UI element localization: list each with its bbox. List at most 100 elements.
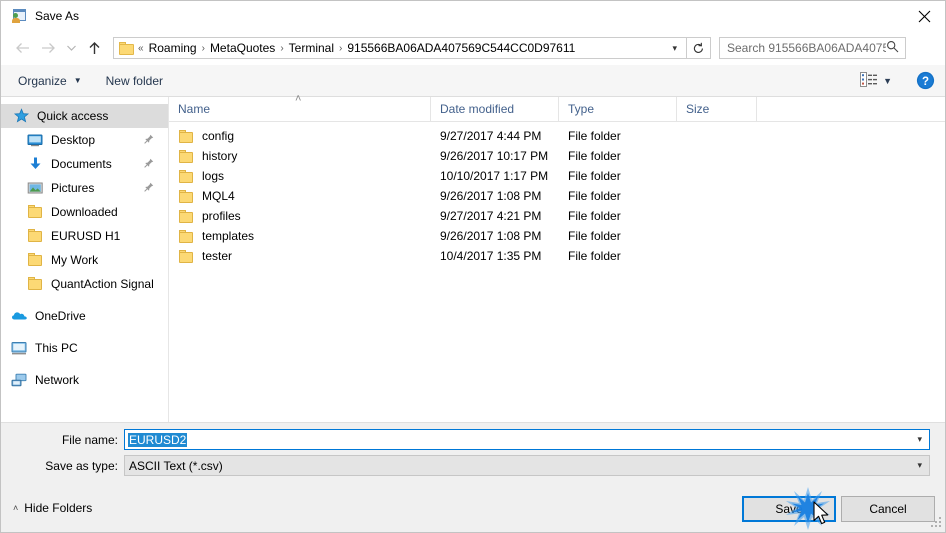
new-folder-button[interactable]: New folder <box>99 71 170 91</box>
forward-button[interactable] <box>35 35 61 61</box>
search-input[interactable]: Search 915566BA06ADA40756... <box>719 37 906 59</box>
sidebar-item-eurusd-h1[interactable]: EURUSD H1 <box>1 224 168 248</box>
sidebar-item-label: OneDrive <box>35 309 86 323</box>
save-as-type-label: Save as type: <box>45 458 118 473</box>
cell-date-modified: 9/26/2017 1:08 PM <box>440 229 542 243</box>
pictures-icon <box>27 180 44 196</box>
table-row[interactable]: config 9/27/2017 4:44 PM File folder <box>169 126 945 146</box>
window-title: Save As <box>35 9 80 23</box>
sidebar-item-documents[interactable]: Documents <box>1 152 168 176</box>
save-as-type-row: Save as type: ASCII Text (*.csv) ▾ <box>1 455 930 476</box>
cell-name: config <box>169 129 431 144</box>
table-row[interactable]: MQL4 9/26/2017 1:08 PM File folder <box>169 186 945 206</box>
pin-icon[interactable] <box>144 181 154 195</box>
sidebar-item-quantaction-signal[interactable]: QuantAction Signal <box>1 272 168 296</box>
sidebar-item-label: Desktop <box>51 133 96 147</box>
file-name-label: templates <box>202 229 255 243</box>
cell-name: profiles <box>169 209 431 224</box>
content-area: Quick access Desktop Documents Pictures … <box>1 93 945 422</box>
file-name-label: config <box>202 129 235 143</box>
sidebar-item-label: Pictures <box>51 181 95 195</box>
column-header-label: Date modified <box>440 102 515 116</box>
chevron-up-icon: ˄ <box>13 503 19 513</box>
pin-icon[interactable] <box>144 157 154 171</box>
resize-grip[interactable] <box>931 517 943 529</box>
save-as-type-select[interactable]: ASCII Text (*.csv) ▾ <box>124 455 930 476</box>
recent-locations-chevron-icon <box>66 45 76 51</box>
cell-date-modified: 10/4/2017 1:35 PM <box>440 249 542 263</box>
breadcrumb-item-instance[interactable]: 915566BA06ADA407569C544CC0D97611 <box>343 41 579 55</box>
cell-name: MQL4 <box>169 189 431 204</box>
sidebar-item-pictures[interactable]: Pictures <box>1 176 168 200</box>
column-header-date-modified[interactable]: Date modified <box>431 97 559 121</box>
column-header-type[interactable]: Type <box>559 97 677 121</box>
breadcrumb-item-roaming[interactable]: Roaming <box>145 41 201 55</box>
sidebar-item-desktop[interactable]: Desktop <box>1 128 168 152</box>
back-arrow-icon <box>15 43 29 53</box>
folder-icon <box>27 276 44 292</box>
recent-locations-button[interactable] <box>61 35 81 61</box>
save-as-dialog: Save As « Roaming › MetaQuotes › Termina… <box>0 0 946 533</box>
sidebar-item-network[interactable]: Network <box>1 368 168 392</box>
up-button[interactable] <box>81 35 107 61</box>
file-rows: config 9/27/2017 4:44 PM File folder his… <box>169 122 945 266</box>
hide-folders-button[interactable]: ˄ Hide Folders <box>13 501 92 515</box>
dialog-footer: ˄ Hide Folders Save Cancel <box>1 486 945 532</box>
cell-date-modified: 9/26/2017 1:08 PM <box>440 189 542 203</box>
refresh-button[interactable] <box>687 37 711 59</box>
file-name-row: File name: EURUSD2 ▾ <box>1 429 930 450</box>
sidebar-item-this-pc[interactable]: This PC <box>1 336 168 360</box>
sort-ascending-icon: ˄ <box>295 93 302 105</box>
cell-name: templates <box>169 229 431 244</box>
search-placeholder: Search 915566BA06ADA40756... <box>727 41 886 55</box>
sidebar-item-quick-access[interactable]: Quick access <box>1 104 168 128</box>
cell-date-modified: 9/27/2017 4:21 PM <box>440 209 542 223</box>
table-row[interactable]: profiles 9/27/2017 4:21 PM File folder <box>169 206 945 226</box>
chevron-down-icon[interactable]: ▾ <box>917 434 922 445</box>
file-name-input[interactable]: EURUSD2 ▾ <box>124 429 930 450</box>
cancel-button[interactable]: Cancel <box>841 496 935 522</box>
table-row[interactable]: tester 10/4/2017 1:35 PM File folder <box>169 246 945 266</box>
sidebar-item-label: Downloaded <box>51 205 118 219</box>
column-header-row: Name Date modified Type Size ˄ <box>169 93 945 122</box>
view-details-icon[interactable] <box>860 71 878 90</box>
hide-folders-label: Hide Folders <box>24 501 93 515</box>
table-row[interactable]: templates 9/26/2017 1:08 PM File folder <box>169 226 945 246</box>
sidebar-item-label: My Work <box>51 253 99 267</box>
cell-type: File folder <box>568 129 621 143</box>
sidebar-item-label: This PC <box>35 341 78 355</box>
table-row[interactable]: logs 10/10/2017 1:17 PM File folder <box>169 166 945 186</box>
column-header-size[interactable]: Size <box>677 97 757 121</box>
breadcrumb-item-terminal[interactable]: Terminal <box>285 41 338 55</box>
organize-button[interactable]: Organize ▼ <box>11 71 89 91</box>
folder-icon <box>27 252 44 268</box>
breadcrumb-item-metaquotes[interactable]: MetaQuotes <box>206 41 279 55</box>
documents-download-icon <box>27 156 44 172</box>
table-row[interactable]: history 9/26/2017 10:17 PM File folder <box>169 146 945 166</box>
chevron-down-icon: ▼ <box>73 76 82 85</box>
sidebar-item-onedrive[interactable]: OneDrive <box>1 304 168 328</box>
onedrive-cloud-icon <box>11 308 28 324</box>
pin-icon[interactable] <box>144 133 154 147</box>
close-button[interactable] <box>901 1 945 31</box>
chevron-down-icon[interactable]: ▾ <box>917 460 922 471</box>
back-button[interactable] <box>9 35 35 61</box>
help-button[interactable]: ? <box>916 71 935 90</box>
organize-label: Organize <box>18 73 67 88</box>
network-icon <box>11 372 28 388</box>
cell-type: File folder <box>568 189 621 203</box>
up-arrow-icon <box>89 41 99 54</box>
sidebar-item-my-work[interactable]: My Work <box>1 248 168 272</box>
cell-name: history <box>169 149 431 164</box>
breadcrumb-overflow[interactable]: « <box>137 43 145 54</box>
new-folder-label: New folder <box>105 73 163 88</box>
chevron-down-icon[interactable]: ▾ <box>668 43 686 54</box>
save-button[interactable]: Save <box>742 496 836 522</box>
sidebar-item-downloaded[interactable]: Downloaded <box>1 200 168 224</box>
folder-icon <box>178 129 194 144</box>
folder-icon <box>178 189 194 204</box>
address-bar[interactable]: « Roaming › MetaQuotes › Terminal › 9155… <box>113 37 687 59</box>
file-name-label: File name: <box>61 432 118 447</box>
view-options-chevron-icon[interactable]: ▼ <box>883 76 892 86</box>
cell-date-modified: 10/10/2017 1:17 PM <box>440 169 549 183</box>
